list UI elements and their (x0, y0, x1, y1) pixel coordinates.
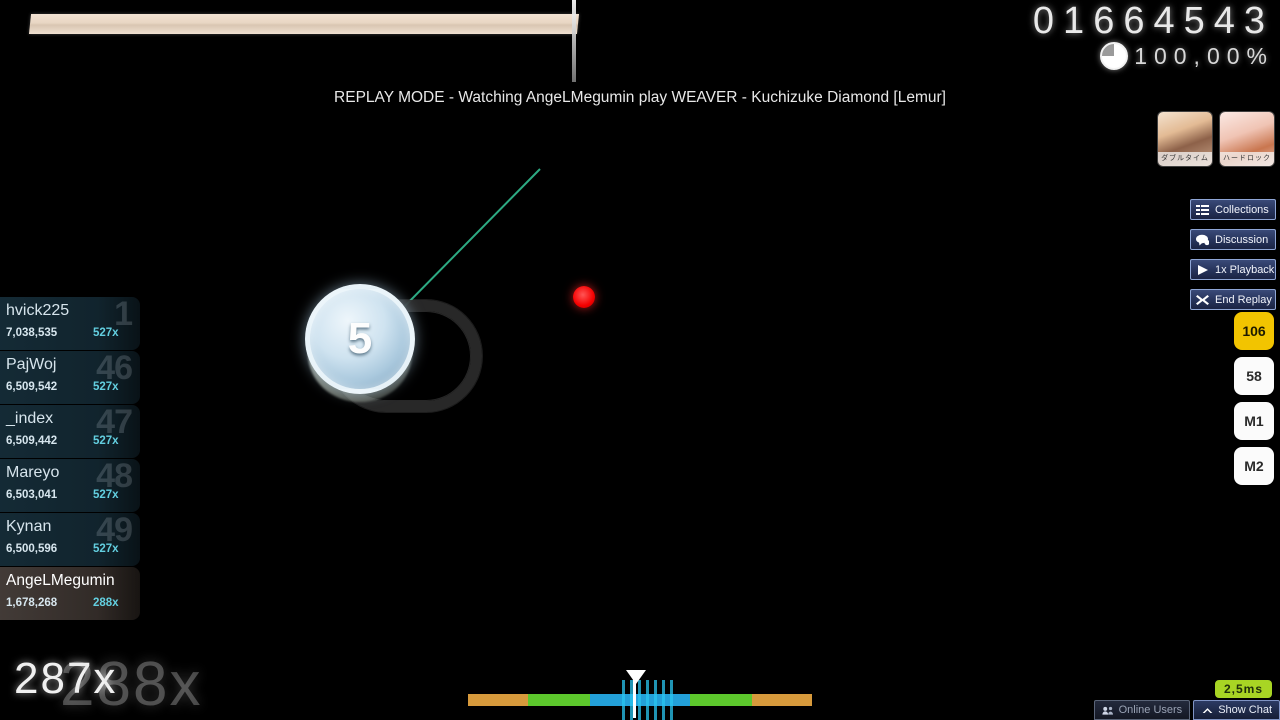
leaderboard-score: 6,503,041 (6, 489, 58, 501)
hit-error-tick (646, 680, 649, 720)
leaderboard-row: 1 hvick225 7,038,535 527x (0, 297, 140, 350)
leaderboard-player-name: Mareyo (6, 464, 60, 481)
accuracy-display: 100,00% (1033, 42, 1274, 70)
combo-counter-ghost: 288x (60, 650, 203, 719)
cursor-dot (573, 286, 595, 308)
online-users-label: Online Users (1118, 704, 1183, 716)
osu-playfield: 01664543 100,00% REPLAY MODE - Watching … (0, 0, 1280, 720)
bottom-bar: Online Users Show Chat (1093, 700, 1280, 720)
leaderboard-row: 49 Kynan 6,500,596 527x (0, 513, 140, 566)
hit-circle[interactable]: 5 (305, 284, 415, 394)
play-icon (1198, 264, 1208, 275)
hit-error-tick (670, 680, 673, 720)
combo-counter: 288x 287x (14, 650, 200, 719)
side-button-label: End Replay (1215, 293, 1272, 306)
chevron-up-icon (1202, 707, 1213, 713)
latency-badge: 2,5ms (1214, 680, 1272, 698)
key-counter: M1 (1234, 402, 1274, 440)
accuracy-value: 100,00% (1134, 42, 1274, 69)
list-icon (1196, 204, 1209, 215)
side-button-collections[interactable]: Collections (1190, 199, 1276, 220)
hit-error-tick (654, 680, 657, 720)
leaderboard-row: AngeLMegumin 1,678,268 288x (0, 567, 140, 620)
mod-thumbnail: ハードロック (1220, 112, 1274, 166)
leaderboard-score: 6,509,542 (6, 381, 58, 393)
side-button-label: Discussion (1215, 233, 1269, 246)
leaderboard-row: 48 Mareyo 6,503,041 527x (0, 459, 140, 512)
leaderboard-combo: 527x (93, 489, 119, 501)
replay-side-buttons: Collections Discussion 1x Playback End Repl… (1190, 199, 1278, 319)
key-counters: 106 58 M1 M2 (1234, 312, 1274, 492)
leaderboard-score: 6,500,596 (6, 543, 58, 555)
song-progress-bar (28, 14, 580, 34)
leaderboard-row: 47 _index 6,509,442 527x (0, 405, 140, 458)
hit-error-tick (662, 680, 665, 720)
leaderboard-player-name: AngeLMegumin (6, 572, 115, 589)
show-chat-label: Show Chat (1218, 704, 1272, 716)
leaderboard-combo: 527x (93, 435, 119, 447)
side-button-end-replay[interactable]: End Replay (1190, 289, 1276, 310)
leaderboard-row: 46 PajWoj 6,509,542 527x (0, 351, 140, 404)
side-button-label: Collections (1215, 203, 1269, 216)
hit-error-tick (622, 680, 625, 720)
key-counter: 106 (1234, 312, 1274, 350)
speech-bubble-icon (1196, 234, 1209, 245)
score-display: 01664543 100,00% (1033, 2, 1274, 70)
leaderboard-player-name: Kynan (6, 518, 52, 535)
leaderboard-score: 7,038,535 (6, 327, 58, 339)
accuracy-pie-icon (1100, 42, 1129, 70)
leaderboard-combo: 527x (93, 327, 119, 339)
hit-error-tick (638, 680, 641, 720)
side-button-discussion[interactable]: Discussion (1190, 229, 1276, 250)
score-value: 01664543 (1032, 0, 1274, 42)
leaderboard-score: 1,678,268 (6, 597, 58, 609)
mod-thumbnail: ダブルタイム (1158, 112, 1212, 166)
replay-mode-banner: REPLAY MODE - Watching AngeLMegumin play… (334, 89, 946, 106)
key-counter: 58 (1234, 357, 1274, 395)
users-icon (1102, 706, 1113, 715)
leaderboard-player-name: _index (6, 410, 54, 427)
mod-thumbnail-caption: ダブルタイム (1158, 152, 1212, 166)
close-x-icon (1196, 294, 1209, 305)
online-users-button[interactable]: Online Users (1093, 700, 1191, 720)
leaderboard-player-name: PajWoj (6, 356, 57, 373)
mod-thumbnails: ダブルタイム ハードロック (1158, 112, 1274, 166)
hit-error-arrow-icon (626, 670, 646, 684)
leaderboard-player-name: hvick225 (6, 302, 70, 319)
hit-error-ticks (468, 678, 812, 720)
mod-thumbnail-caption: ハードロック (1220, 152, 1274, 166)
leaderboard-combo: 288x (93, 597, 119, 609)
leaderboard: 1 hvick225 7,038,535 527x 46 PajWoj 6,509,542 5… (0, 297, 140, 621)
leaderboard-combo: 527x (93, 381, 119, 393)
hit-circle-number: 5 (347, 314, 373, 363)
side-button-label: 1x Playback (1215, 263, 1275, 276)
show-chat-button[interactable]: Show Chat (1193, 700, 1280, 720)
key-counter: M2 (1234, 447, 1274, 485)
song-progress-marker (572, 0, 576, 82)
leaderboard-combo: 527x (93, 543, 119, 555)
side-button-1x-playback[interactable]: 1x Playback (1190, 259, 1276, 280)
leaderboard-score: 6,509,442 (6, 435, 58, 447)
